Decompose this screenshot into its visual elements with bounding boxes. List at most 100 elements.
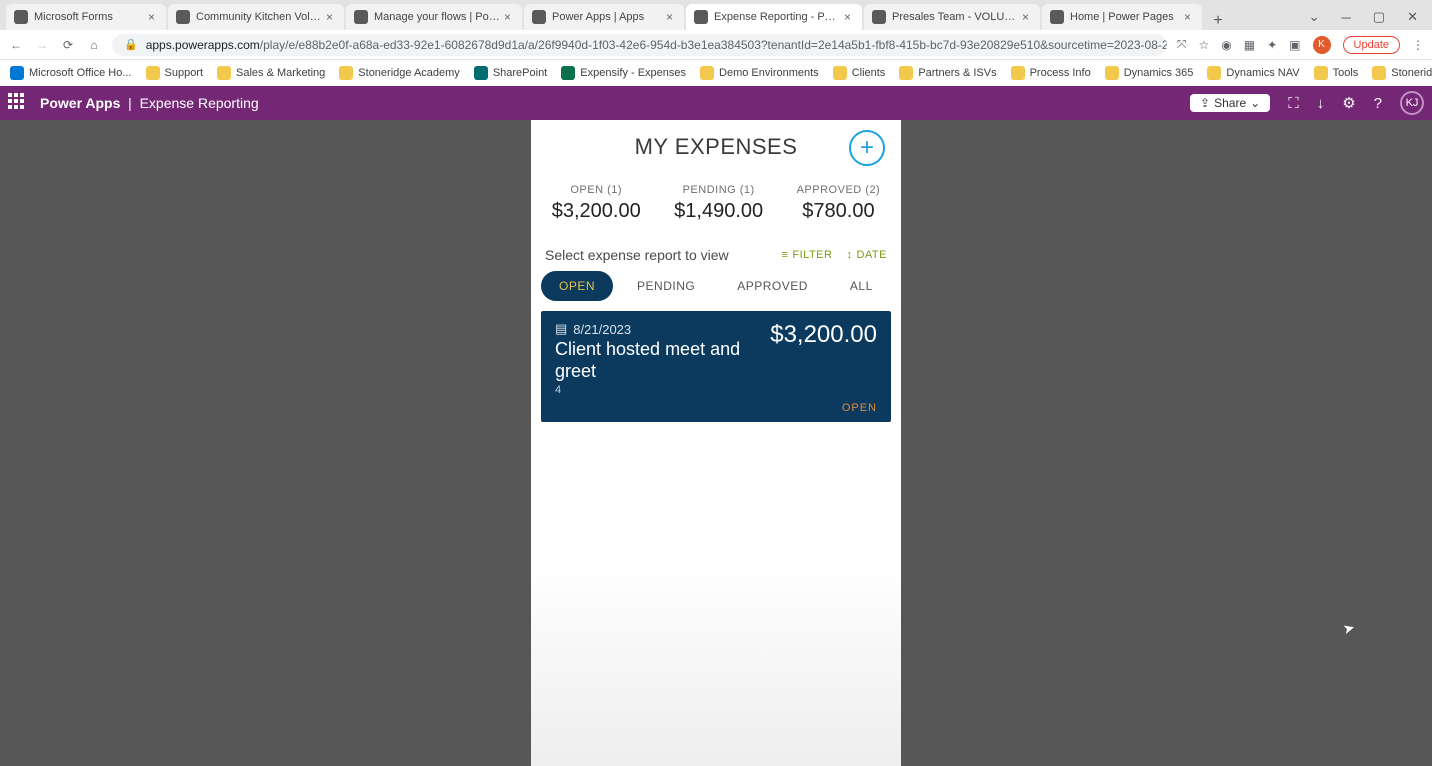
close-icon[interactable]: × — [844, 10, 854, 24]
extension-icon[interactable]: ▦ — [1244, 38, 1255, 52]
forward-icon[interactable]: → — [34, 38, 50, 52]
bookmark-icon — [10, 66, 24, 80]
bookmark-item[interactable]: Expensify - Expenses — [561, 66, 686, 80]
new-tab-button[interactable]: + — [1204, 12, 1232, 30]
tab-favicon — [872, 10, 886, 24]
profile-avatar[interactable]: K — [1313, 36, 1331, 54]
summary-amount: $1,490.00 — [674, 200, 763, 223]
minimize-icon[interactable]: ─ — [1342, 10, 1351, 25]
tab-favicon — [532, 10, 546, 24]
url-host: apps.powerapps.com — [146, 38, 260, 52]
close-window-icon[interactable]: ✕ — [1407, 9, 1418, 25]
expense-amount: $3,200.00 — [770, 321, 877, 396]
fit-to-screen-icon[interactable]: ⛶ — [1288, 95, 1299, 112]
bookmark-label: Sales & Marketing — [236, 67, 325, 79]
browser-toolbar-icons: ⤧ ☆ ◉ ▦ ✦ ▣ K Update ⋮ — [1177, 36, 1424, 54]
bookmark-icon — [1207, 66, 1221, 80]
extension-icon[interactable]: ◉ — [1221, 38, 1231, 52]
bookmark-icon — [1011, 66, 1025, 80]
tab-search-icon[interactable]: ⌄ — [1309, 9, 1320, 25]
browser-tab[interactable]: Microsoft Forms × — [6, 4, 166, 30]
tab-title: Microsoft Forms — [34, 11, 144, 23]
filter-button[interactable]: ≡ FILTER — [781, 249, 832, 261]
tab-favicon — [176, 10, 190, 24]
bookmark-label: Demo Environments — [719, 67, 819, 79]
tab-title: Community Kitchen Volunteer F — [196, 11, 322, 23]
window-controls: ⌄ ─ ▢ ✕ — [1309, 4, 1432, 30]
close-icon[interactable]: × — [326, 10, 336, 24]
app-name: Expense Reporting — [140, 95, 259, 111]
reload-icon[interactable]: ⟳ — [60, 38, 76, 52]
bookmark-item[interactable]: Sales & Marketing — [217, 66, 325, 80]
download-icon[interactable]: ↓ — [1317, 95, 1325, 112]
bookmark-icon — [1372, 66, 1386, 80]
bookmark-item[interactable]: Support — [146, 66, 204, 80]
kebab-menu-icon[interactable]: ⋮ — [1412, 38, 1424, 52]
bookmark-label: Microsoft Office Ho... — [29, 67, 132, 79]
bookmark-icon — [899, 66, 913, 80]
close-icon[interactable]: × — [504, 10, 514, 24]
extensions-puzzle-icon[interactable]: ✦ — [1267, 38, 1277, 52]
share-label: Share — [1214, 96, 1246, 110]
gear-icon[interactable]: ⚙ — [1342, 94, 1355, 112]
bookmark-icon — [561, 66, 575, 80]
bookmark-item[interactable]: Clients — [833, 66, 886, 80]
summary-pending: PENDING (1) $1,490.00 — [674, 184, 763, 223]
bookmark-item[interactable]: Demo Environments — [700, 66, 819, 80]
sidepanel-icon[interactable]: ▣ — [1289, 38, 1300, 52]
product-name: Power Apps — [40, 95, 120, 111]
bookmark-item[interactable]: Partners & ISVs — [899, 66, 996, 80]
tab-title: Power Apps | Apps — [552, 11, 662, 23]
bookmark-icon — [1105, 66, 1119, 80]
share-button[interactable]: ⇪ Share ⌄ — [1190, 94, 1270, 112]
home-icon[interactable]: ⌂ — [86, 38, 102, 52]
close-icon[interactable]: × — [148, 10, 158, 24]
browser-tab[interactable]: Presales Team - VOLUNTEER SK × — [864, 4, 1040, 30]
browser-tab-active[interactable]: Expense Reporting - PowerApps × — [686, 4, 862, 30]
bookmark-item[interactable]: Dynamics 365 — [1105, 66, 1194, 80]
close-icon[interactable]: × — [666, 10, 676, 24]
expense-card[interactable]: ▤ 8/21/2023 Client hosted meet and greet… — [541, 311, 891, 422]
update-button[interactable]: Update — [1343, 36, 1400, 54]
browser-tab[interactable]: Home | Power Pages × — [1042, 4, 1202, 30]
bookmark-label: Expensify - Expenses — [580, 67, 686, 79]
bookmark-item[interactable]: Dynamics NAV — [1207, 66, 1299, 80]
close-icon[interactable]: × — [1022, 10, 1032, 24]
bookmark-item[interactable]: Stoneridge Academy — [339, 66, 460, 80]
expense-title: Client hosted meet and greet — [555, 339, 755, 382]
bookmark-item[interactable]: Microsoft Office Ho... — [10, 66, 132, 80]
bookmark-item[interactable]: Process Info — [1011, 66, 1091, 80]
user-avatar[interactable]: KJ — [1400, 91, 1424, 115]
bookmark-item[interactable]: Stoneridge — [1372, 66, 1432, 80]
translate-icon[interactable]: ⤧ — [1177, 37, 1187, 52]
browser-tab[interactable]: Power Apps | Apps × — [524, 4, 684, 30]
url-path: /play/e/e88b2e0f-a68a-ed33-92e1-6082678d… — [260, 38, 1167, 52]
tab-pending[interactable]: PENDING — [619, 271, 713, 301]
tab-favicon — [354, 10, 368, 24]
filter-icon: ≡ — [781, 249, 788, 261]
tab-favicon — [1050, 10, 1064, 24]
add-expense-button[interactable]: + — [849, 130, 885, 166]
bookmarks-bar: Microsoft Office Ho... Support Sales & M… — [0, 60, 1432, 86]
tab-approved[interactable]: APPROVED — [719, 271, 826, 301]
browser-tab[interactable]: Manage your flows | Power Au × — [346, 4, 522, 30]
restore-icon[interactable]: ▢ — [1373, 9, 1385, 25]
tab-title: Presales Team - VOLUNTEER SK — [892, 11, 1018, 23]
filter-label: FILTER — [792, 249, 832, 261]
tab-open[interactable]: OPEN — [541, 271, 613, 301]
expense-app-screen: MY EXPENSES + OPEN (1) $3,200.00 PENDING… — [531, 120, 901, 766]
browser-tab[interactable]: Community Kitchen Volunteer F × — [168, 4, 344, 30]
app-launcher-icon[interactable] — [8, 93, 28, 113]
address-bar[interactable]: 🔒 apps.powerapps.com /play/e/e88b2e0f-a6… — [112, 34, 1167, 56]
bookmark-star-icon[interactable]: ☆ — [1199, 38, 1210, 52]
share-icon: ⇪ — [1200, 96, 1210, 110]
help-icon[interactable]: ? — [1374, 95, 1382, 112]
close-icon[interactable]: × — [1184, 10, 1194, 24]
expense-date: 8/21/2023 — [573, 322, 631, 337]
tab-favicon — [694, 10, 708, 24]
tab-all[interactable]: ALL — [832, 271, 891, 301]
bookmark-item[interactable]: Tools — [1314, 66, 1359, 80]
sort-date-button[interactable]: ↕ DATE — [846, 249, 887, 261]
bookmark-item[interactable]: SharePoint — [474, 66, 547, 80]
back-icon[interactable]: ← — [8, 38, 24, 52]
